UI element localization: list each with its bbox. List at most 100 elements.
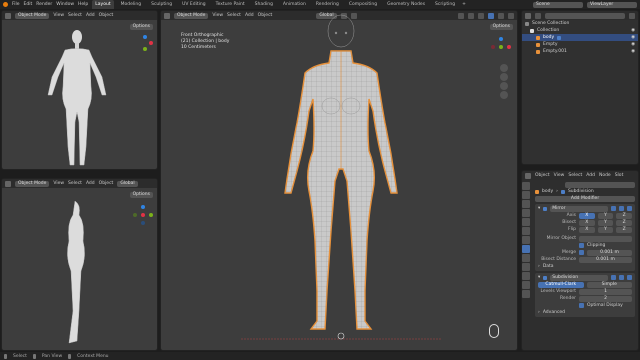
menu-help[interactable]: Help — [78, 2, 88, 7]
axis-z-toggle[interactable]: Z — [616, 212, 633, 219]
merge-checkbox[interactable] — [579, 250, 584, 255]
menu-select[interactable]: Select — [568, 173, 582, 178]
outliner-item-empty-001[interactable]: Empty.001 ◉ — [522, 48, 638, 55]
menu-view[interactable]: View — [53, 181, 64, 186]
gizmo-y-icon[interactable] — [143, 47, 147, 51]
tab-texture-paint[interactable]: Texture Paint — [213, 0, 248, 9]
menu-view[interactable]: View — [53, 13, 64, 18]
bisect-distance-field[interactable]: 0.001 m — [579, 256, 632, 263]
editor-type-icon[interactable] — [525, 172, 531, 179]
collapse-chevron-icon[interactable]: ▾ — [538, 275, 540, 280]
physics-tab-icon[interactable] — [522, 263, 530, 271]
options-button[interactable]: Options — [129, 192, 153, 198]
render-levels-field[interactable]: 2 — [579, 295, 632, 302]
menu-file[interactable]: File — [12, 2, 20, 7]
mode-selector[interactable]: Object Mode — [174, 12, 209, 19]
flip-x-toggle[interactable]: X — [579, 226, 595, 233]
menu-select[interactable]: Select — [68, 181, 82, 186]
flip-z-toggle[interactable]: Z — [616, 226, 633, 233]
navigation-gizmo[interactable] — [491, 37, 511, 57]
optimal-display-checkbox[interactable] — [579, 303, 584, 308]
subdivision-name-field[interactable]: Subdivision — [550, 274, 608, 281]
options-button[interactable]: Options — [489, 24, 513, 30]
tool-tab-icon[interactable] — [522, 182, 530, 190]
gizmo-y-icon[interactable] — [149, 213, 153, 217]
bisect-y-toggle[interactable]: Y — [597, 219, 614, 226]
camera-view-icon[interactable] — [500, 82, 508, 90]
editor-type-icon[interactable] — [525, 12, 531, 19]
outliner-collection[interactable]: Collection ◉ — [522, 27, 638, 34]
view-layer-selector[interactable]: ViewLayer — [587, 1, 637, 8]
tab-layout[interactable]: Layout — [92, 0, 114, 9]
menu-slot[interactable]: Slot — [615, 173, 624, 178]
blender-logo-icon[interactable] — [3, 2, 8, 7]
menu-add[interactable]: Add — [586, 173, 595, 178]
material-tab-icon[interactable] — [522, 290, 530, 298]
viewport-main[interactable]: Object Mode View Select Add Object Globa… — [160, 10, 518, 351]
mirror-header[interactable]: ▾ Mirror — [535, 205, 635, 212]
scene-tab-icon[interactable] — [522, 218, 530, 226]
menu-render[interactable]: Render — [36, 2, 52, 7]
object-tab-icon[interactable] — [522, 236, 530, 244]
wireframe-shading-icon[interactable] — [478, 12, 484, 19]
gizmo-z-icon[interactable] — [143, 35, 147, 39]
visibility-eye-icon[interactable]: ◉ — [631, 35, 635, 40]
material-shading-icon[interactable] — [498, 12, 504, 19]
tab-shading[interactable]: Shading — [252, 0, 276, 9]
scene-selector[interactable]: Scene — [533, 1, 583, 8]
axis-y-toggle[interactable]: Y — [597, 212, 614, 219]
add-workspace-icon[interactable]: + — [462, 2, 466, 7]
outliner-root[interactable]: Scene Collection — [522, 20, 638, 27]
clipping-checkbox[interactable] — [579, 243, 584, 248]
properties-search-input[interactable] — [565, 181, 635, 188]
tab-sculpting[interactable]: Sculpting — [148, 0, 175, 9]
visibility-eye-icon[interactable]: ◉ — [631, 28, 635, 33]
simple-button[interactable]: Simple — [586, 281, 632, 288]
gizmo-y-icon[interactable] — [499, 45, 503, 49]
mirror-object-field[interactable] — [579, 235, 632, 242]
gizmo-z-icon[interactable] — [141, 205, 145, 209]
menu-add[interactable]: Add — [86, 181, 95, 186]
tab-compositing[interactable]: Compositing — [346, 0, 380, 9]
tab-geometry-nodes[interactable]: Geometry Nodes — [384, 0, 428, 9]
menu-object[interactable]: Object — [535, 173, 550, 178]
view-layer-tab-icon[interactable] — [522, 209, 530, 217]
visibility-eye-icon[interactable]: ◉ — [631, 42, 635, 47]
merge-distance-field[interactable]: 0.001 m — [587, 249, 632, 256]
editor-type-icon[interactable] — [5, 12, 11, 19]
tab-scripting[interactable]: Scripting — [432, 0, 458, 9]
data-tab-icon[interactable] — [522, 281, 530, 289]
viewport-toggle-icon[interactable] — [619, 206, 624, 211]
gizmo-neg-x-icon[interactable] — [491, 45, 495, 49]
outliner-search-input[interactable] — [545, 12, 625, 19]
display-mode-icon[interactable] — [535, 12, 541, 19]
constraints-tab-icon[interactable] — [522, 272, 530, 280]
render-toggle-icon[interactable] — [627, 206, 632, 211]
collapse-chevron-icon[interactable]: › — [538, 310, 540, 315]
tab-rendering[interactable]: Rendering — [313, 0, 342, 9]
body-model-side[interactable] — [57, 201, 97, 351]
body-model-front[interactable] — [32, 27, 122, 169]
editor-type-icon[interactable] — [5, 180, 11, 187]
gizmo-x-icon[interactable] — [141, 213, 145, 217]
outliner-item-empty[interactable]: Empty ◉ — [522, 41, 638, 48]
bisect-z-toggle[interactable]: Z — [616, 219, 633, 226]
tab-uv-editing[interactable]: UV Editing — [179, 0, 208, 9]
mode-selector[interactable]: Object Mode — [15, 180, 50, 187]
viewport-toggle-icon[interactable] — [619, 275, 624, 280]
tab-modeling[interactable]: Modeling — [118, 0, 144, 9]
mode-selector[interactable]: Object Mode — [15, 12, 50, 19]
add-modifier-button[interactable]: Add Modifier — [535, 195, 635, 202]
body-model-main[interactable] — [231, 11, 451, 349]
viewport-front-small[interactable]: Object Mode View Select Add Object Optio… — [1, 10, 158, 170]
tab-animation[interactable]: Animation — [280, 0, 309, 9]
menu-window[interactable]: Window — [56, 2, 74, 7]
collapse-chevron-icon[interactable]: ▾ — [538, 206, 540, 211]
gizmo-z-icon[interactable] — [499, 37, 503, 41]
render-toggle-icon[interactable] — [627, 275, 632, 280]
catmull-clark-button[interactable]: Catmull-Clark — [538, 281, 584, 288]
menu-add[interactable]: Add — [86, 13, 95, 18]
menu-view[interactable]: View — [554, 173, 565, 178]
gizmo-neg-y-icon[interactable] — [133, 213, 137, 217]
viewport-side-small[interactable]: Object Mode View Select Add Object Globa… — [1, 178, 158, 351]
